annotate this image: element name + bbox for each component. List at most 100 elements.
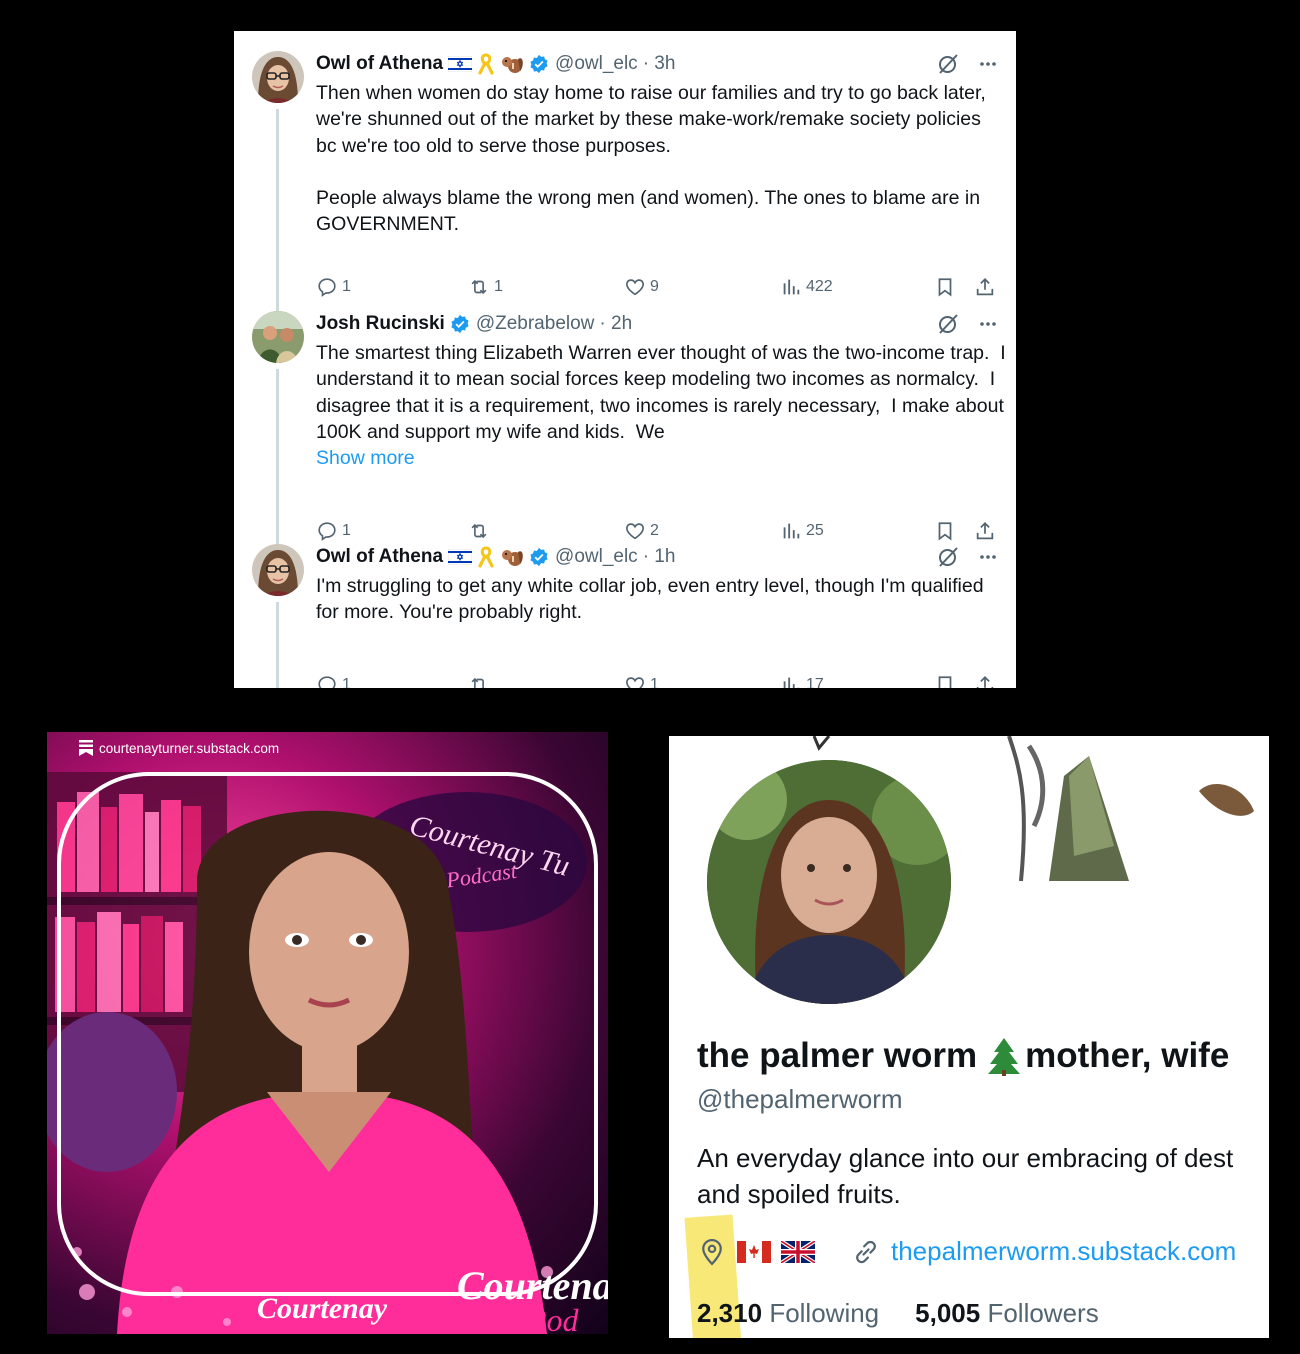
author-name[interactable]: Owl of Athena (316, 546, 443, 568)
profile-handle: @thepalmerworm (697, 1084, 903, 1114)
share-button[interactable] (974, 276, 996, 298)
like-button[interactable]: 9 (624, 276, 659, 298)
share-button[interactable] (974, 674, 996, 688)
like-icon (626, 677, 644, 688)
reply-count: 1 (342, 676, 351, 688)
following-link[interactable]: 2,310 Following (697, 1298, 879, 1329)
location-icon (702, 1238, 722, 1265)
caption-name: Courtenay (257, 1292, 388, 1325)
tweet-actions: 1 1 17 (316, 674, 1001, 688)
timestamp[interactable]: · 1h (643, 546, 676, 568)
tweet-text-content: The smartest thing Elizabeth Warren ever… (316, 342, 1012, 443)
views-button[interactable]: 422 (780, 276, 833, 298)
repost-button[interactable]: 1 (468, 276, 503, 298)
podcast-scene: Courtenay Tu Podcast (47, 772, 598, 1334)
repost-icon (471, 279, 487, 295)
link-icon (856, 1240, 876, 1263)
like-count: 1 (650, 676, 659, 688)
more-icon[interactable] (978, 54, 998, 74)
bookmark-icon (938, 522, 952, 541)
like-button[interactable]: 1 (624, 674, 659, 688)
tweet-text: Then when women do stay home to raise ou… (316, 82, 986, 236)
profile-avatar[interactable] (703, 756, 955, 1008)
evergreen-tree-icon (988, 1038, 1021, 1076)
grok-icon[interactable] (936, 545, 960, 569)
tweet[interactable]: Josh Rucinski @Zebrabelow · 2h The smart… (234, 311, 1016, 569)
more-icon[interactable] (978, 547, 998, 567)
views-button[interactable]: 17 (780, 674, 824, 688)
author-handle[interactable]: @owl_elc (555, 53, 638, 75)
substack-url[interactable]: courtenayturner.substack.com (79, 740, 279, 756)
views-icon (783, 279, 800, 295)
author-handle[interactable]: @Zebrabelow (476, 313, 595, 335)
show-more-link[interactable]: Show more (316, 447, 415, 469)
tweet[interactable]: Owl of Athena @owl_elc · 1h I'm struggli… (234, 544, 1016, 688)
profile-card: the palmer worm mother, wife @thepalmerw… (669, 736, 1269, 1338)
timestamp[interactable]: · 3h (643, 53, 676, 75)
tweet[interactable]: Owl of Athena @owl_elc · 3h Then when wo… (234, 51, 1016, 349)
uk-flag-icon (781, 1240, 815, 1263)
substack-url-text: courtenayturner.substack.com (99, 740, 280, 756)
like-button[interactable]: 2 (624, 520, 659, 542)
author-name[interactable]: Owl of Athena (316, 53, 443, 75)
bookmark-button[interactable] (934, 674, 956, 688)
followers-link[interactable]: 5,005 Followers (915, 1298, 1099, 1329)
share-icon (976, 277, 994, 296)
profile-display-name: the palmer worm mother, wife (697, 1036, 1229, 1076)
canada-flag-icon (737, 1240, 771, 1263)
views-count: 422 (806, 278, 833, 295)
verified-badge-icon (451, 314, 469, 334)
profile-bio: An everyday glance into our embracing of… (697, 1143, 1234, 1209)
followers-label: Followers (987, 1298, 1099, 1328)
chipmunk-icon (500, 546, 524, 568)
avatar[interactable] (252, 544, 304, 596)
tweet-header: Owl of Athena @owl_elc · 3h (316, 51, 675, 77)
like-icon (626, 523, 644, 540)
tweet-header: Owl of Athena @owl_elc · 1h (316, 544, 675, 570)
repost-button[interactable] (468, 674, 494, 688)
bookmark-icon (938, 278, 952, 297)
reply-count: 1 (342, 278, 351, 295)
israel-flag-icon (448, 56, 473, 72)
podcast-thumbnail: Courtenay Tu Podcast courtenayturner.sub… (47, 732, 608, 1334)
reply-button[interactable]: 1 (316, 520, 351, 542)
substack-icon (79, 740, 93, 756)
following-label: Following (769, 1298, 880, 1328)
grok-icon[interactable] (936, 312, 960, 336)
reply-count: 1 (342, 522, 351, 539)
author-name[interactable]: Josh Rucinski (316, 313, 445, 335)
timestamp[interactable]: · 2h (599, 313, 632, 335)
profile-website-link[interactable]: thepalmerworm.substack.com (891, 1236, 1236, 1267)
verified-badge-icon (530, 54, 548, 74)
avatar[interactable] (252, 311, 304, 363)
followers-count: 5,005 (915, 1298, 981, 1328)
share-button[interactable] (974, 520, 996, 542)
more-icon[interactable] (978, 314, 998, 334)
bookmark-button[interactable] (934, 520, 956, 542)
repost-count: 1 (494, 278, 503, 295)
tweet-header-icons (936, 544, 998, 570)
bookmark-button[interactable] (934, 276, 956, 298)
reply-button[interactable]: 1 (316, 674, 351, 688)
display-name: the palmer worm (697, 1036, 978, 1075)
author-handle[interactable]: @owl_elc (555, 546, 638, 568)
avatar[interactable] (252, 51, 304, 103)
reply-icon (318, 676, 336, 688)
tweet-thread: Owl of Athena @owl_elc · 3h Then when wo… (234, 31, 1016, 688)
views-icon (783, 523, 800, 539)
repost-icon (471, 677, 486, 688)
repost-button[interactable] (468, 520, 494, 542)
views-count: 25 (806, 522, 824, 539)
reply-button[interactable]: 1 (316, 276, 351, 298)
verified-badge-icon (530, 547, 548, 567)
tweet-actions: 1 1 9 422 (316, 276, 1001, 300)
like-count: 9 (650, 278, 659, 295)
tweet-header: Josh Rucinski @Zebrabelow · 2h (316, 311, 632, 337)
following-count: 2,310 (697, 1298, 763, 1328)
views-button[interactable]: 25 (780, 520, 824, 542)
grok-icon[interactable] (936, 52, 960, 76)
like-count: 2 (650, 522, 659, 539)
bookmark-icon (938, 676, 952, 688)
profile-meta: thepalmerworm.substack.com (697, 1236, 1236, 1267)
podcast-logo-sub: Pod (527, 1302, 579, 1334)
